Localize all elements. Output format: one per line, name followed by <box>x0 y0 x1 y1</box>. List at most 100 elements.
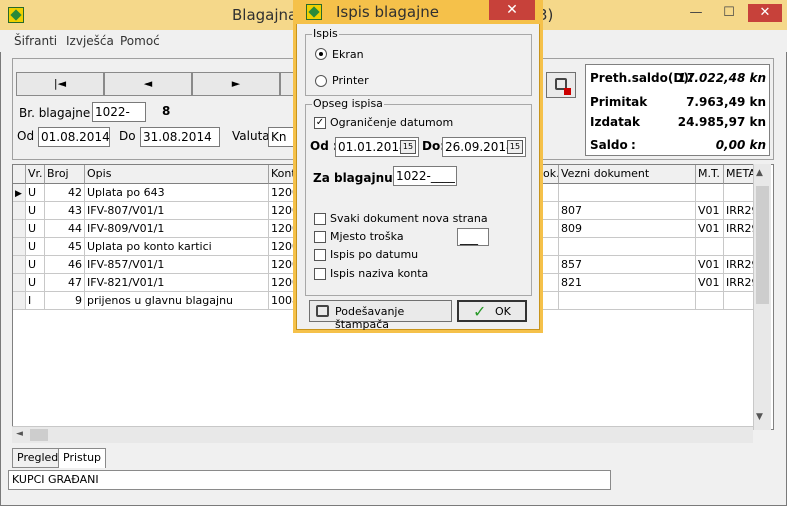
cell-dok <box>541 238 559 256</box>
ok-button[interactable]: ✓ OK <box>457 300 527 322</box>
dialog-app-icon <box>306 4 322 20</box>
col-header-vezni[interactable]: Vezni dokument <box>559 165 696 184</box>
ogranicenje-checkbox[interactable]: ✓ <box>314 117 326 129</box>
cell-broj[interactable]: 45 <box>45 238 85 256</box>
grid-horizontal-scrollbar[interactable]: ◄ <box>12 426 753 443</box>
col-header-opis[interactable]: Opis <box>85 165 269 184</box>
dlg-od-date-field[interactable]: 01.01.2014 15 <box>335 137 419 157</box>
za-blagajnu-field[interactable]: 1022-____ <box>393 166 457 186</box>
tab-pregled[interactable]: Pregled <box>12 448 64 468</box>
od-label: Od <box>17 129 35 143</box>
cell-broj[interactable]: 44 <box>45 220 85 238</box>
scroll-left-icon[interactable]: ◄ <box>16 429 23 439</box>
cell-konto[interactable]: 1200 <box>269 202 299 220</box>
primitak-label: Primitak <box>590 95 648 109</box>
calendar-icon[interactable]: 15 <box>507 140 523 154</box>
cell-broj[interactable]: 42 <box>45 184 85 202</box>
calendar-icon[interactable]: 15 <box>400 140 416 154</box>
ispis-naziva-konta-label: Ispis naziva konta <box>330 267 429 280</box>
dialog-close-button[interactable]: ✕ <box>489 0 535 20</box>
scroll-down-icon[interactable]: ▼ <box>756 412 763 422</box>
cell-mt[interactable]: V01 <box>696 256 724 274</box>
cell-vezni[interactable]: 821 <box>559 274 696 292</box>
minimize-button[interactable]: — <box>683 4 709 22</box>
svaki-dokument-checkbox[interactable] <box>314 213 326 225</box>
col-header-dok[interactable]: ok. <box>541 165 559 184</box>
print-tool-button[interactable] <box>546 72 576 98</box>
cell-vezni[interactable] <box>559 184 696 202</box>
first-record-button[interactable]: |◄ <box>16 72 104 96</box>
cell-mt[interactable] <box>696 184 724 202</box>
prev-record-button[interactable]: ◄ <box>104 72 192 96</box>
cell-broj[interactable]: 47 <box>45 274 85 292</box>
col-header-mt[interactable]: M.T. <box>696 165 724 184</box>
cell-vr[interactable]: U <box>26 202 45 220</box>
cell-vr[interactable]: U <box>26 238 45 256</box>
cell-konto[interactable]: 1200 <box>269 274 299 292</box>
cell-konto[interactable]: 1008 <box>269 292 299 310</box>
cell-mt[interactable] <box>696 238 724 256</box>
cell-opis[interactable]: Uplata po konto kartici <box>85 238 269 256</box>
dlg-do-date-field[interactable]: 26.09.2014 15 <box>442 137 526 157</box>
mjesto-troska-label: Mjesto troška <box>330 230 404 243</box>
maximize-button[interactable]: ☐ <box>716 4 742 22</box>
cell-vr[interactable]: U <box>26 220 45 238</box>
grid-vertical-scrollbar[interactable]: ▲ ▼ <box>753 164 771 430</box>
ispis-naziva-konta-checkbox[interactable] <box>314 268 326 280</box>
cell-opis[interactable]: IFV-807/V01/1 <box>85 202 269 220</box>
hscroll-thumb[interactable] <box>30 429 48 441</box>
valuta-field[interactable]: Kn <box>268 127 296 147</box>
scroll-thumb[interactable] <box>756 186 769 304</box>
col-header-vr[interactable]: Vr. <box>26 165 45 184</box>
cell-dok <box>541 220 559 238</box>
cell-vezni[interactable]: 857 <box>559 256 696 274</box>
cell-konto[interactable]: 1200 <box>269 220 299 238</box>
cell-vezni[interactable]: 809 <box>559 220 696 238</box>
cell-broj[interactable]: 43 <box>45 202 85 220</box>
cell-mt[interactable]: V01 <box>696 220 724 238</box>
podesavanje-label: Podešavanje štampača <box>335 305 405 331</box>
cell-konto[interactable]: 1200 <box>269 184 299 202</box>
cell-broj[interactable]: 46 <box>45 256 85 274</box>
cell-opis[interactable]: IFV-821/V01/1 <box>85 274 269 292</box>
printer-radio[interactable] <box>315 75 327 87</box>
cell-vezni[interactable]: 807 <box>559 202 696 220</box>
mjesto-troska-field[interactable]: ___ <box>457 228 489 246</box>
col-header-konto[interactable]: Konto <box>269 165 299 184</box>
cell-mt[interactable]: V01 <box>696 274 724 292</box>
status-field: KUPCI GRAĐANI <box>8 470 611 490</box>
ispis-po-datumu-checkbox[interactable] <box>314 249 326 261</box>
cell-konto[interactable]: 1200 <box>269 238 299 256</box>
cell-vezni[interactable] <box>559 292 696 310</box>
scroll-up-icon[interactable]: ▲ <box>756 168 763 178</box>
do-date-field[interactable]: 31.08.2014 <box>140 127 220 147</box>
cell-vr[interactable]: U <box>26 274 45 292</box>
od-date-field[interactable]: 01.08.2014 <box>38 127 110 147</box>
cell-vr[interactable]: U <box>26 256 45 274</box>
cell-opis[interactable]: Uplata po 643 <box>85 184 269 202</box>
cell-opis[interactable]: IFV-809/V01/1 <box>85 220 269 238</box>
cell-dok <box>541 274 559 292</box>
cell-mt[interactable]: V01 <box>696 202 724 220</box>
ekran-radio[interactable] <box>315 48 327 60</box>
podesavanje-stampaca-button[interactable]: Podešavanje štampača <box>309 300 452 331</box>
cell-konto[interactable]: 1200 <box>269 256 299 274</box>
cell-vezni[interactable] <box>559 238 696 256</box>
saldo-value: 0,00 kn <box>715 138 766 152</box>
cell-broj[interactable]: 9 <box>45 292 85 310</box>
cell-opis[interactable]: prijenos u glavnu blagajnu <box>85 292 269 310</box>
menu-pomoc[interactable]: Pomoć <box>120 34 160 48</box>
saldo-separator: : <box>631 138 636 152</box>
close-window-button[interactable]: ✕ <box>748 4 782 22</box>
cell-vr[interactable]: I <box>26 292 45 310</box>
menu-izvjesca[interactable]: Izvješća <box>66 34 114 48</box>
cell-vr[interactable]: U <box>26 184 45 202</box>
menu-sifranti[interactable]: Šifranti <box>14 34 57 48</box>
mjesto-troska-checkbox[interactable] <box>314 231 326 243</box>
col-header-broj[interactable]: Broj <box>45 165 85 184</box>
cell-mt[interactable] <box>696 292 724 310</box>
tab-pristup[interactable]: Pristup <box>58 448 107 468</box>
cell-opis[interactable]: IFV-857/V01/1 <box>85 256 269 274</box>
br-blagajne-field[interactable]: 1022- <box>92 102 146 122</box>
next-record-button[interactable]: ► <box>192 72 280 96</box>
